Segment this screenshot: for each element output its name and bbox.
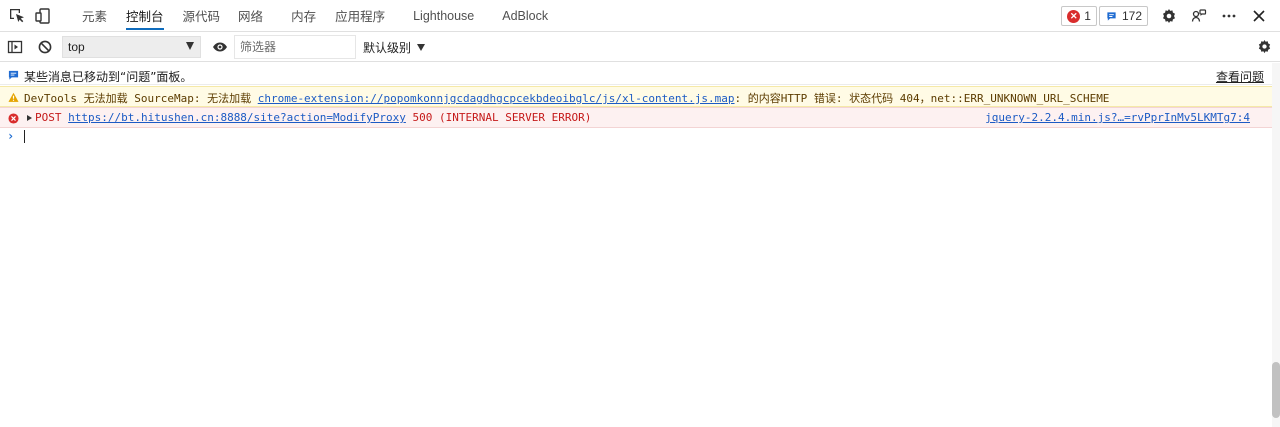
tab-adblock[interactable]: AdBlock [502, 0, 548, 32]
error-method: POST [35, 111, 69, 124]
settings-icon[interactable] [1154, 0, 1184, 32]
request-url-link[interactable]: https://bt.hitushen.cn:8888/site?action=… [68, 111, 406, 124]
settings-icon[interactable] [1257, 39, 1272, 57]
message-count-badge[interactable]: 172 [1098, 6, 1148, 26]
top-right-tools: ✕ 1 172 [1061, 0, 1280, 32]
context-value: top [68, 40, 85, 54]
tab-label: AdBlock [502, 8, 549, 23]
tab-memory[interactable]: 内存 [291, 0, 316, 32]
share-icon[interactable] [1184, 0, 1214, 32]
message-icon [1105, 10, 1118, 23]
tab-application[interactable]: 应用程序 [335, 0, 385, 32]
tab-label: 内存 [291, 9, 317, 24]
error-status: 500 (INTERNAL SERVER ERROR) [405, 111, 592, 124]
tab-label: 控制台 [126, 9, 164, 24]
chevron-down-icon [417, 43, 426, 51]
clear-icon[interactable] [30, 32, 60, 62]
console-info-message: 某些消息已移动到“问题”面板。 查看问题 [0, 65, 1272, 85]
warning-icon [7, 91, 19, 103]
scrollbar[interactable] [1272, 63, 1280, 427]
info-icon [7, 69, 19, 81]
error-icon: ✕ [1067, 9, 1081, 23]
warning-prefix: DevTools 无法加载 SourceMap: 无法加载 [24, 92, 258, 105]
console-error-message[interactable]: POST https://bt.hitushen.cn:8888/site?ac… [0, 107, 1272, 128]
log-levels-dropdown[interactable]: 默认级别 [363, 32, 426, 62]
warning-text: DevTools 无法加载 SourceMap: 无法加载 chrome-ext… [24, 90, 1109, 106]
tab-label: 元素 [82, 9, 108, 24]
source-location-link[interactable]: jquery-2.2.4.min.js?…=rvPprInMv5LKMTg7:4 [985, 111, 1250, 124]
console-warning-message: DevTools 无法加载 SourceMap: 无法加载 chrome-ext… [0, 86, 1272, 107]
error-count: 1 [1084, 9, 1091, 23]
context-selector[interactable]: top [62, 36, 201, 58]
devtools-tab-bar: 元素 控制台 源代码 网络 内存 应用程序 Lighthouse AdBlock… [0, 0, 1280, 32]
message-count: 172 [1121, 9, 1142, 23]
info-text: 某些消息已移动到“问题”面板。 [24, 70, 193, 84]
tab-sources[interactable]: 源代码 [183, 0, 221, 32]
tab-elements[interactable]: 元素 [82, 0, 107, 32]
error-count-badge[interactable]: ✕ 1 [1061, 6, 1097, 26]
tab-lighthouse[interactable]: Lighthouse [413, 0, 474, 32]
warning-suffix: : 的内容HTTP 错误: 状态代码 404，net::ERR_UNKNOWN_… [734, 92, 1110, 105]
tab-label: 源代码 [182, 9, 221, 24]
sidebar-toggle-icon[interactable] [0, 32, 30, 62]
tab-label: Lighthouse [413, 8, 475, 23]
close-icon[interactable] [1244, 0, 1274, 32]
filter-input[interactable] [234, 35, 356, 59]
tab-network[interactable]: 网络 [238, 0, 263, 32]
tab-console[interactable]: 控制台 [126, 0, 164, 32]
console-output: 某些消息已移动到“问题”面板。 查看问题 DevTools 无法加载 Sourc… [0, 63, 1280, 427]
more-icon[interactable] [1214, 0, 1244, 32]
inspect-icon[interactable] [4, 0, 30, 32]
console-toolbar: top 默认级别 [0, 32, 1280, 62]
error-text: POST https://bt.hitushen.cn:8888/site?ac… [35, 111, 591, 124]
eye-icon[interactable] [205, 32, 235, 62]
error-icon [7, 112, 19, 124]
view-issues-link[interactable]: 查看问题 [1216, 68, 1264, 85]
panel-tabs: 元素 控制台 源代码 网络 内存 应用程序 Lighthouse AdBlock [62, 0, 548, 32]
console-prompt-icon: › [7, 129, 15, 143]
device-toggle-icon[interactable] [30, 0, 56, 32]
sourcemap-url-link[interactable]: chrome-extension://popomkonnjgcdagdhgcpc… [258, 92, 735, 105]
levels-label: 默认级别 [363, 40, 412, 55]
scroll-thumb[interactable] [1272, 362, 1280, 418]
expand-triangle-icon[interactable] [27, 115, 32, 121]
tab-label: 网络 [238, 9, 264, 24]
console-input-cursor[interactable] [24, 130, 25, 143]
chevron-down-icon [186, 42, 194, 50]
tab-label: 应用程序 [335, 9, 386, 24]
